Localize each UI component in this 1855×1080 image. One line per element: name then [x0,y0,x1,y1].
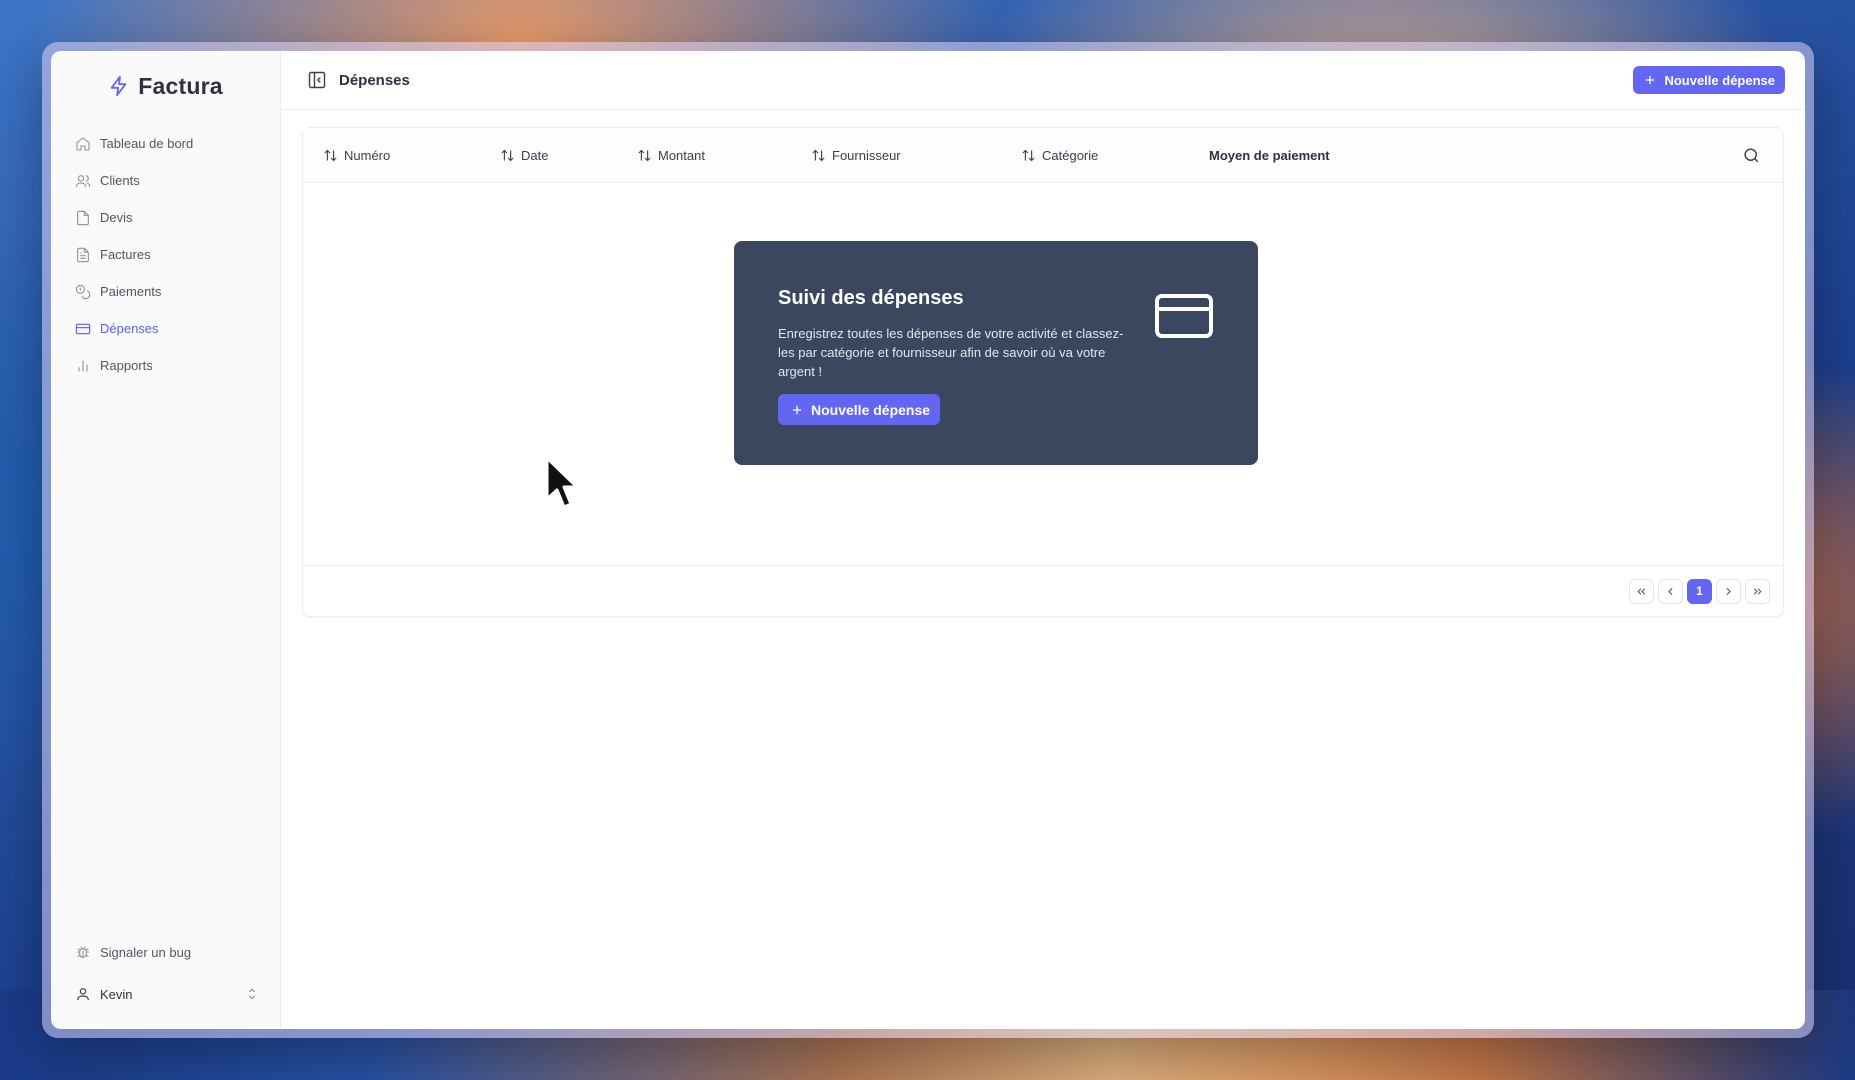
empty-state-new-expense-button[interactable]: Nouvelle dépense [778,394,941,425]
sidebar-item-label: Devis [100,210,133,225]
bug-icon [77,946,89,958]
panel-left-icon [308,71,326,89]
sort-icon [324,149,337,162]
column-numero[interactable]: Numéro [323,128,390,183]
column-label: Moyen de paiement [1209,148,1330,163]
empty-state-card: Suivi des dépenses Enregistrez toutes le… [734,241,1258,465]
empty-state-title: Suivi des dépenses [778,287,964,309]
page-title: Dépenses [339,71,410,89]
chevron-right-icon [1726,587,1731,595]
sidebar-item-label: Rapports [100,358,153,373]
main-content: Dépenses Nouvelle dépense Numéro Date Mo… [281,51,1805,1029]
coins-icon [75,284,91,299]
table-header: Numéro Date Montant Fournisseur Catégori… [303,128,1783,183]
table-body: Suivi des dépenses Enregistrez toutes le… [303,183,1783,566]
sidebar-item-rapports[interactable]: Rapports [75,347,266,384]
column-label: Date [521,148,549,163]
new-expense-label: Nouvelle dépense [1664,72,1775,88]
file-icon [77,210,89,225]
user-name: Kevin [100,986,133,1002]
brand[interactable]: Factura [51,51,280,113]
pagination: 1 [303,566,1783,616]
chevrons-right-icon [1753,587,1762,595]
first-page-button[interactable] [1629,578,1654,604]
sidebar-item-tableau-de-bord[interactable]: Tableau de bord [75,125,266,162]
column-date[interactable]: Date [500,128,548,183]
app-frame: Factura Tableau de bord Clients Devis Fa… [51,51,1805,1029]
app-window: Factura Tableau de bord Clients Devis Fa… [42,42,1814,1038]
sort-icon [501,149,514,162]
sidebar-item-depenses[interactable]: Dépenses [75,310,266,347]
chevrons-up-down-icon [248,988,256,1000]
sort-icon [638,149,651,162]
user-menu[interactable]: Kevin [75,971,260,1017]
last-page-button[interactable] [1745,578,1770,604]
sort-icon [812,149,825,162]
content-area: Numéro Date Montant Fournisseur Catégori… [281,110,1805,634]
chevrons-left-icon [1637,587,1646,595]
sidebar-item-devis[interactable]: Devis [75,199,266,236]
brand-name: Factura [138,72,223,99]
mouse-cursor-icon [545,456,579,509]
sidebar-footer: Signaler un bug Kevin [51,933,280,1029]
plus-icon [792,405,802,414]
previous-page-button[interactable] [1658,578,1683,604]
user-icon [77,988,89,1001]
topbar: Dépenses Nouvelle dépense [281,51,1805,110]
column-fournisseur[interactable]: Fournisseur [811,128,901,183]
plus-icon [1646,75,1655,85]
column-label: Catégorie [1042,148,1099,163]
chevron-left-icon [1668,587,1673,595]
sidebar-item-label: Clients [100,173,140,188]
column-label: Montant [658,148,705,163]
credit-card-icon [1155,294,1213,338]
new-expense-button[interactable]: Nouvelle dépense [1633,66,1785,94]
column-label: Numéro [344,148,391,163]
sidebar-item-paiements[interactable]: Paiements [75,273,266,310]
users-icon [75,174,91,187]
column-moyen-de-paiement: Moyen de paiement [1209,128,1330,183]
column-montant[interactable]: Montant [637,128,705,183]
sort-icon [1022,149,1035,162]
sidebar-item-label: Factures [100,247,151,262]
zap-icon [111,75,127,97]
sidebar-item-label: Dépenses [100,321,159,336]
sidebar: Factura Tableau de bord Clients Devis Fa… [51,51,281,1029]
home-icon [76,136,90,151]
column-label: Fournisseur [832,148,901,163]
sidebar-item-label: Paiements [100,284,162,299]
page-button-current[interactable]: 1 [1687,578,1712,604]
expenses-table: Numéro Date Montant Fournisseur Catégori… [302,127,1784,617]
file-text-icon [77,247,89,262]
bar-chart-icon [78,360,88,371]
sidebar-item-label: Tableau de bord [100,136,194,151]
empty-state-text: Enregistrez toutes les dépenses de votre… [778,326,1124,379]
report-bug-button[interactable]: Signaler un bug [75,933,260,971]
credit-card-icon [75,323,91,334]
sidebar-item-clients[interactable]: Clients [75,162,266,199]
empty-state-button-label: Nouvelle dépense [811,401,931,418]
next-page-button[interactable] [1716,578,1741,604]
sidebar-nav: Tableau de bord Clients Devis Factures P… [51,113,280,384]
report-bug-label: Signaler un bug [100,944,192,960]
sidebar-toggle-button[interactable] [307,70,327,90]
column-categorie[interactable]: Catégorie [1021,128,1098,183]
search-icon[interactable] [1742,146,1761,165]
sidebar-item-factures[interactable]: Factures [75,236,266,273]
